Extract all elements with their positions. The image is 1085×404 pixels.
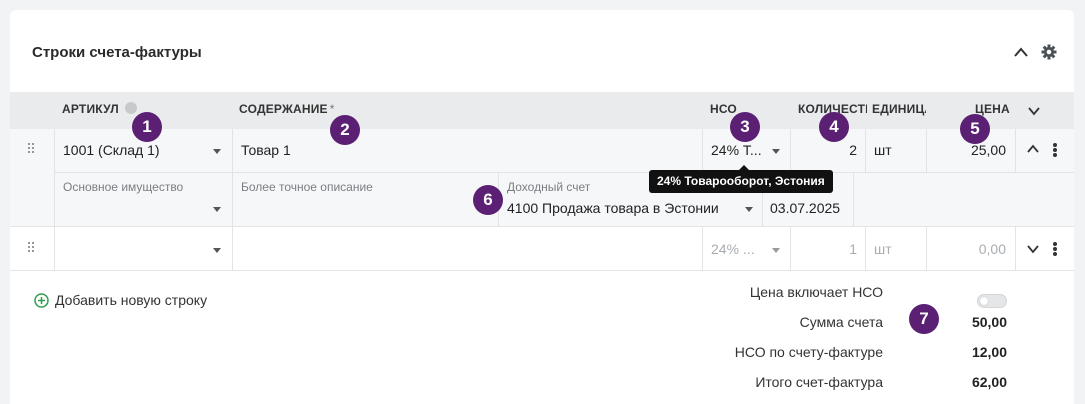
column-header-vat[interactable]: НСО (710, 102, 737, 116)
income-account-label: Доходный счет (507, 180, 591, 194)
annotation-badge: 4 (819, 112, 849, 142)
add-row-button[interactable]: Добавить новую строку (34, 292, 207, 308)
vat-select[interactable]: 24% Т... (711, 142, 767, 158)
invoice-vat-value: 12,00 (971, 344, 1007, 360)
annotation-badge: 2 (330, 115, 360, 145)
quantity-input[interactable]: 2 (800, 142, 857, 158)
fixed-asset-label: Основное имущество (63, 180, 184, 194)
chevron-up-icon[interactable] (1013, 46, 1029, 58)
dropdown-caret-icon[interactable] (213, 207, 221, 212)
quantity-input[interactable]: 1 (800, 241, 857, 257)
drag-handle-icon[interactable] (28, 242, 36, 254)
annotation-badge: 7 (909, 304, 939, 334)
article-select[interactable]: 1001 (Склад 1) (63, 142, 203, 158)
add-row-label: Добавить новую строку (55, 292, 208, 308)
dropdown-caret-icon[interactable] (213, 248, 221, 253)
column-header-price[interactable]: ЦЕНА (975, 102, 1010, 116)
invoice-sum-label: Сумма счета (799, 314, 883, 330)
unit-select[interactable]: шт (874, 142, 914, 158)
price-input[interactable]: 0,00 (935, 241, 1006, 257)
annotation-badge: 6 (473, 185, 503, 215)
drag-handle-icon[interactable] (28, 143, 36, 155)
info-icon[interactable] (125, 102, 138, 114)
annotation-badge: 3 (730, 112, 760, 142)
vat-select[interactable]: 24% ... (711, 241, 767, 257)
annotation-badge: 1 (132, 112, 162, 142)
gear-icon[interactable] (1041, 44, 1057, 60)
content-input[interactable]: Товар 1 (241, 142, 681, 158)
dropdown-caret-icon[interactable] (213, 149, 221, 154)
invoice-total-label: Итого счет-фактура (755, 374, 883, 390)
income-account-select[interactable]: 4100 Продажа товара в Эстонии (507, 200, 737, 216)
invoice-total-value: 62,00 (971, 374, 1007, 390)
add-circle-icon (34, 293, 49, 308)
date-input[interactable]: 03.07.2025 (770, 200, 850, 216)
vat-tooltip: 24% Товарооборот, Эстония (649, 165, 833, 193)
price-includes-vat-toggle[interactable] (977, 294, 1007, 308)
invoice-sum-value: 50,00 (971, 314, 1007, 330)
chevron-down-icon[interactable] (1027, 106, 1041, 116)
column-header-article[interactable]: АРТИКУЛ (62, 102, 138, 116)
chevron-up-icon[interactable] (1026, 144, 1040, 154)
invoice-lines-card: Строки счета-фактуры АРТИКУЛ СОДЕРЖАНИЕ *… (10, 10, 1074, 404)
unit-select[interactable]: шт (874, 241, 914, 257)
dropdown-caret-icon[interactable] (745, 207, 753, 212)
price-includes-vat-label: Цена включает НСО (749, 284, 883, 300)
price-input[interactable]: 25,00 (935, 142, 1006, 158)
table-header: АРТИКУЛ СОДЕРЖАНИЕ* НСО КОЛИЧЕСТВО ЕДИНИ… (10, 92, 1074, 129)
annotation-badge: 5 (960, 114, 990, 144)
more-menu-icon[interactable] (1053, 242, 1057, 256)
dropdown-caret-icon[interactable] (772, 149, 780, 154)
dropdown-caret-icon[interactable] (772, 248, 780, 253)
invoice-vat-label: НСО по счету-фактуре (734, 344, 883, 360)
column-header-content[interactable]: СОДЕРЖАНИЕ * (239, 102, 335, 116)
section-title: Строки счета-фактуры (32, 44, 202, 61)
more-menu-icon[interactable] (1053, 143, 1057, 157)
chevron-down-icon[interactable] (1026, 244, 1040, 254)
table-row: 1001 (Склад 1) Товар 1 24% Т... 2 шт 25,… (10, 129, 1074, 227)
column-header-unit[interactable]: ЕДИНИЦА (872, 102, 926, 116)
description-label: Более точное описание (241, 180, 373, 194)
table-row: 24% ... 1 шт 0,00 (10, 227, 1074, 271)
